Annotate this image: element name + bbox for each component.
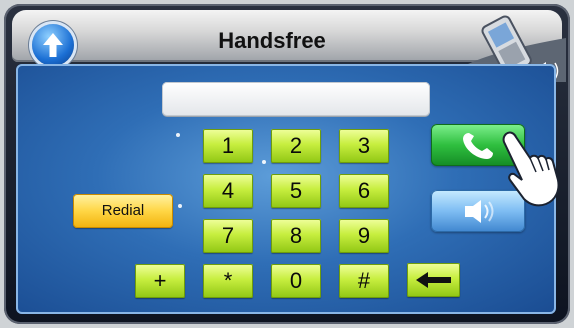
sparkle-decoration — [262, 160, 266, 164]
backspace-button[interactable] — [407, 263, 460, 297]
redial-button[interactable]: Redial — [73, 194, 173, 228]
key-2[interactable]: 2 — [271, 129, 321, 163]
number-display[interactable] — [162, 82, 430, 116]
key-7[interactable]: 7 — [203, 219, 253, 253]
back-button[interactable] — [32, 24, 74, 66]
key-4[interactable]: 4 — [203, 174, 253, 208]
pointer-hand-icon — [498, 128, 568, 210]
key-3[interactable]: 3 — [339, 129, 389, 163]
plus-key[interactable]: + — [135, 264, 185, 298]
backspace-arrow-icon — [416, 272, 451, 288]
key-1[interactable]: 1 — [203, 129, 253, 163]
key-9[interactable]: 9 — [339, 219, 389, 253]
key-8[interactable]: 8 — [271, 219, 321, 253]
page-title: Handsfree — [218, 28, 326, 53]
key-star[interactable]: * — [203, 264, 253, 298]
key-hash[interactable]: # — [339, 264, 389, 298]
sparkle-decoration — [176, 133, 180, 137]
key-5[interactable]: 5 — [271, 174, 321, 208]
key-6[interactable]: 6 — [339, 174, 389, 208]
up-arrow-icon — [43, 33, 63, 57]
sparkle-decoration — [178, 204, 182, 208]
key-0[interactable]: 0 — [271, 264, 321, 298]
